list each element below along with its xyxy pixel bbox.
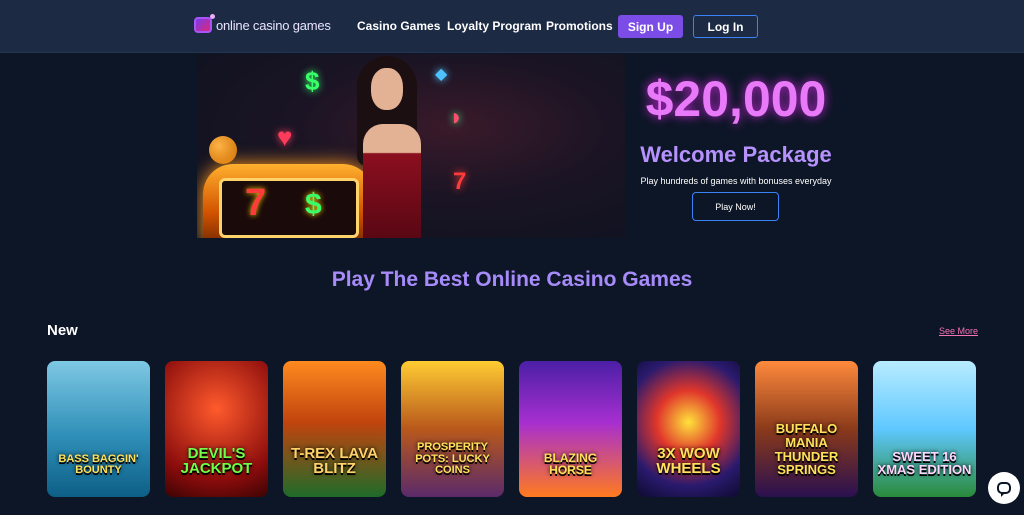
game-tile-t-rex-lava-blitz[interactable]: T-REX LAVA BLITZ bbox=[283, 361, 386, 497]
hostess-illustration bbox=[347, 54, 437, 238]
reel-seven-symbol: 7 bbox=[245, 182, 267, 224]
bonus-title: Welcome Package bbox=[640, 142, 832, 167]
game-title: DEVIL'S JACKPOT bbox=[180, 444, 253, 478]
neon-cherry-icon: ♥ bbox=[277, 122, 293, 152]
section-title: Play The Best Online Casino Games bbox=[331, 268, 693, 291]
game-title: BLAZING HORSE bbox=[543, 450, 598, 478]
game-tile-wow-wheels[interactable]: 3X WOW WHEELS bbox=[637, 361, 740, 497]
bonus-amount: $20,000 bbox=[645, 71, 827, 127]
live-chat-button[interactable] bbox=[988, 472, 1020, 504]
game-title: BASS BAGGIN' BOUNTY bbox=[58, 452, 139, 477]
nav-casino-games[interactable]: Casino Games bbox=[357, 19, 440, 33]
logo-icon bbox=[194, 14, 215, 33]
logo-text: online casino games bbox=[216, 17, 331, 33]
sign-up-button[interactable]: Sign Up bbox=[618, 15, 683, 38]
log-in-button[interactable]: Log In bbox=[693, 15, 758, 38]
reel-dollar-symbol: $ bbox=[305, 188, 322, 221]
nav-loyalty-program[interactable]: Loyalty Program bbox=[447, 19, 542, 33]
slot-reel-window bbox=[219, 178, 359, 238]
hostess-face bbox=[371, 68, 403, 110]
game-title: 3X WOW WHEELS bbox=[656, 444, 721, 478]
game-tile-buffalo-mania[interactable]: BUFFALO MANIA THUNDER SPRINGS bbox=[755, 361, 858, 497]
nav-promotions[interactable]: Promotions bbox=[546, 19, 613, 33]
game-tile-sweet-16-xmas[interactable]: SWEET 16 XMAS EDITION bbox=[873, 361, 976, 497]
neon-dollar-icon: $ bbox=[305, 66, 320, 96]
chat-bubble-icon bbox=[997, 482, 1011, 497]
neon-diamond-icon: ◆ bbox=[435, 66, 448, 83]
site-header: online casino games Casino Games Loyalty… bbox=[0, 0, 1024, 53]
play-now-button[interactable]: Play Now! bbox=[692, 192, 779, 221]
game-title: T-REX LAVA BLITZ bbox=[291, 444, 378, 478]
bonus-subtitle: Play hundreds of games with bonuses ever… bbox=[640, 176, 832, 186]
hostess-dress bbox=[363, 124, 421, 238]
game-title: BUFFALO MANIA THUNDER SPRINGS bbox=[774, 421, 839, 478]
game-title: SWEET 16 XMAS EDITION bbox=[877, 448, 972, 478]
game-tile-bass-baggin-bounty[interactable]: BASS BAGGIN' BOUNTY bbox=[47, 361, 150, 497]
neon-watermelon-icon: ◗ bbox=[449, 104, 464, 131]
hero-banner-image: 7 $ $ ◆ ♥ ◗ 7 bbox=[197, 54, 625, 238]
game-tile-prosperity-pots[interactable]: PROSPERITY POTS: LUCKY COINS bbox=[401, 361, 504, 497]
new-games-heading: New bbox=[47, 322, 78, 339]
see-more-link[interactable]: See More bbox=[939, 326, 978, 336]
neon-seven-icon: 7 bbox=[453, 168, 467, 195]
game-tile-devils-jackpot[interactable]: DEVIL'S JACKPOT bbox=[165, 361, 268, 497]
site-logo[interactable]: online casino games bbox=[194, 14, 331, 35]
game-tile-blazing-horse[interactable]: BLAZING HORSE bbox=[519, 361, 622, 497]
game-title: PROSPERITY POTS: LUCKY COINS bbox=[415, 441, 490, 477]
slot-ball-decoration bbox=[209, 136, 237, 164]
